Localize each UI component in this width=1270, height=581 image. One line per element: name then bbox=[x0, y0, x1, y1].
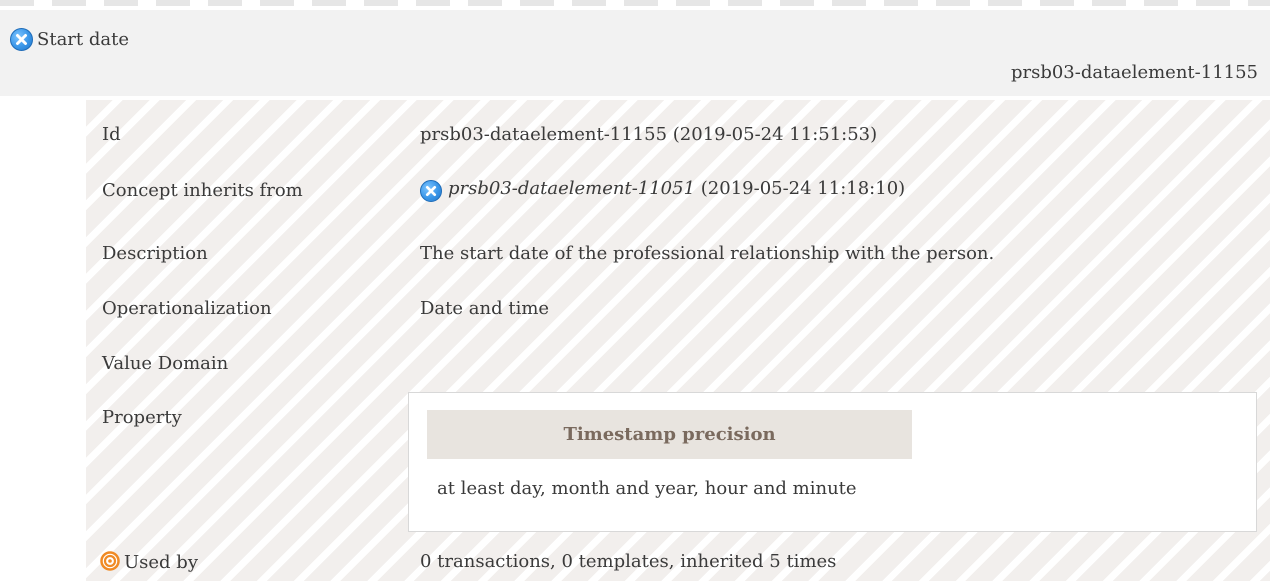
used-by-label: Used by bbox=[124, 552, 198, 573]
inherits-link[interactable]: prsb03-dataelement-11051 bbox=[448, 178, 695, 199]
id-value: prsb03-dataelement-11155 (2019-05-24 11:… bbox=[420, 124, 878, 145]
id-label: Id bbox=[102, 124, 121, 145]
property-label: Property bbox=[102, 407, 182, 428]
x-circle-icon bbox=[10, 28, 33, 51]
used-by-label-group[interactable]: Used by bbox=[100, 551, 198, 573]
concept-id: prsb03-dataelement-11155 bbox=[1010, 62, 1258, 83]
description-value: The start date of the professional relat… bbox=[420, 243, 995, 264]
inherits-date: (2019-05-24 11:18:10) bbox=[700, 178, 906, 199]
x-circle-icon bbox=[420, 180, 442, 202]
description-label: Description bbox=[102, 243, 208, 264]
concept-title: Start date bbox=[37, 29, 129, 50]
operationalization-value: Date and time bbox=[420, 298, 550, 319]
used-by-value: 0 transactions, 0 templates, inherited 5… bbox=[420, 551, 837, 572]
header-title-group: Start date bbox=[10, 28, 129, 51]
property-heading: Timestamp precision bbox=[427, 410, 912, 459]
target-icon bbox=[100, 551, 120, 571]
inherits-label: Concept inherits from bbox=[102, 180, 303, 201]
property-value: at least day, month and year, hour and m… bbox=[437, 478, 857, 499]
operationalization-label: Operationalization bbox=[102, 298, 272, 319]
inherits-value: prsb03-dataelement-11051 (2019-05-24 11:… bbox=[420, 178, 905, 202]
concept-header[interactable]: Start date prsb03-dataelement-11155 bbox=[0, 10, 1270, 96]
top-dashed-border bbox=[0, 0, 1270, 6]
property-box: Timestamp precision at least day, month … bbox=[408, 392, 1257, 532]
value-domain-label: Value Domain bbox=[102, 353, 229, 374]
